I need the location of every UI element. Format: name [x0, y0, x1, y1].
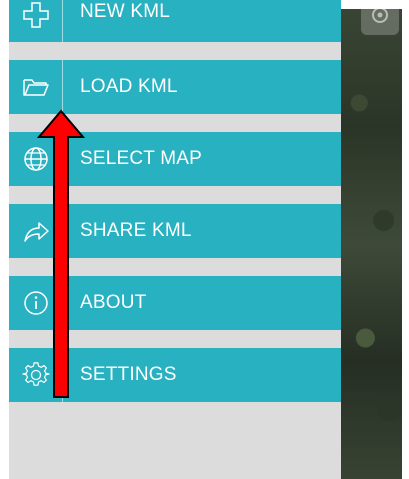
menu-item-label: SHARE KML [80, 220, 192, 241]
menu-item-label: SELECT MAP [80, 148, 203, 169]
share-arrow-icon [9, 204, 62, 258]
menu-item-label: SETTINGS [80, 364, 177, 385]
menu-item-about[interactable]: ABOUT [9, 276, 341, 330]
location-button[interactable] [361, 9, 399, 35]
info-icon [9, 276, 62, 330]
menu-item-label: LOAD KML [80, 76, 178, 97]
plus-outline-icon [9, 0, 62, 42]
folder-icon [9, 60, 62, 114]
menu-item-label: NEW KML [80, 1, 171, 22]
menu-item-load-kml[interactable]: LOAD KML [9, 60, 341, 114]
map-view[interactable] [341, 9, 402, 479]
menu-item-select-map[interactable]: SELECT MAP [9, 132, 341, 186]
globe-icon [9, 132, 62, 186]
menu-item-new-kml[interactable]: NEW KML [9, 0, 341, 42]
gear-icon [9, 348, 62, 402]
menu-item-label: ABOUT [80, 292, 147, 313]
crosshair-icon [372, 9, 388, 23]
menu-item-share-kml[interactable]: SHARE KML [9, 204, 341, 258]
menu-item-settings[interactable]: SETTINGS [9, 348, 341, 402]
